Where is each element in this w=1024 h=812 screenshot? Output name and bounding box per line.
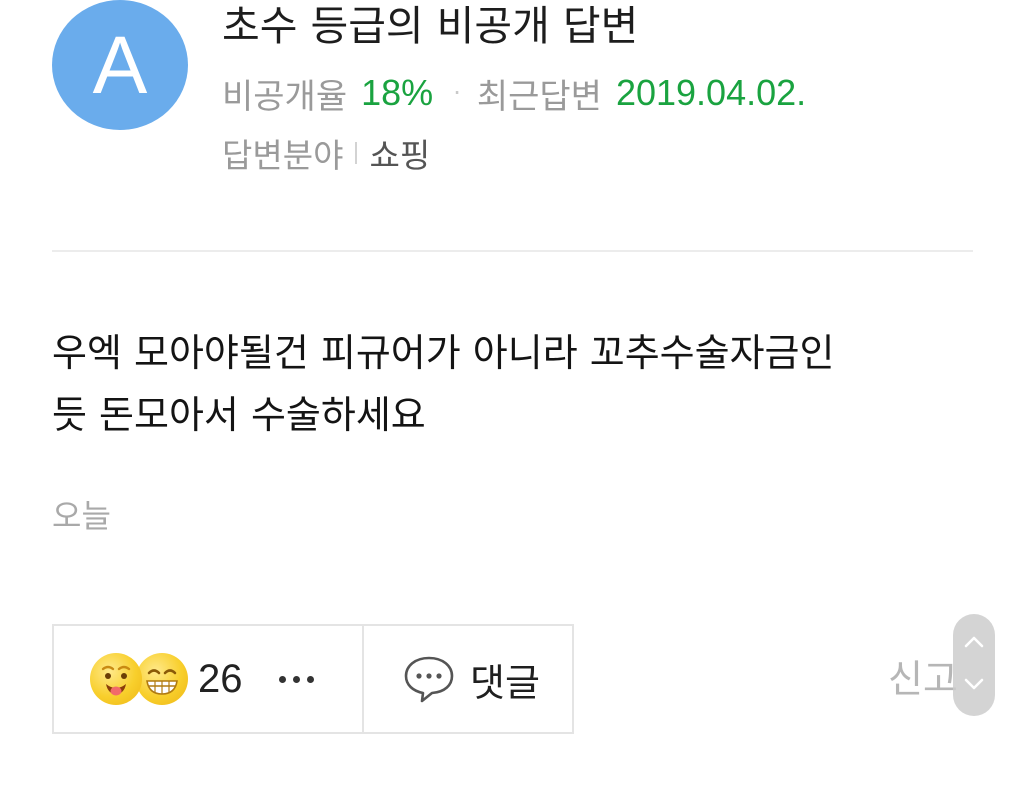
tongue-out-emoji-icon (90, 653, 142, 705)
avatar-letter: A (92, 20, 148, 111)
avatar[interactable]: A (52, 0, 188, 130)
comment-label: 댓글 (470, 660, 540, 705)
recent-answer-date: 2019.04.02. (615, 72, 807, 113)
speech-bubble-icon (404, 656, 454, 703)
answerer-title[interactable]: 초수 등급의 비공개 답변 (222, 0, 638, 54)
answer-timestamp: 오늘 (52, 497, 111, 535)
report-button[interactable]: 신고 (888, 654, 958, 704)
answer-field: 답변분야 쇼핑 (222, 130, 430, 176)
reaction-button[interactable]: 26 (54, 626, 364, 732)
field-divider (355, 142, 358, 164)
answer-action-bar: 26 댓글 (52, 624, 574, 734)
answer-field-value[interactable]: 쇼핑 (369, 129, 430, 177)
header-divider (52, 250, 973, 252)
answer-field-label: 답변분야 (222, 136, 344, 175)
comment-button[interactable]: 댓글 (364, 626, 572, 732)
chevron-down-icon[interactable] (962, 676, 986, 692)
answer-text: 우엑 모아야될건 피규어가 아니라 꼬추수술자금인 듯 돈모아서 수술하세요 (52, 331, 835, 437)
scroll-handle[interactable] (953, 614, 995, 716)
private-rate-label: 비공개율 (222, 76, 348, 117)
private-rate-value: 18% (361, 72, 434, 113)
reaction-emojis (90, 651, 194, 707)
grinning-emoji-icon (136, 653, 188, 705)
reaction-count: 26 (198, 656, 243, 701)
chevron-up-icon[interactable] (962, 634, 986, 650)
stat-separator: · (453, 79, 461, 107)
more-dots-icon[interactable] (278, 675, 314, 683)
recent-answer-label: 최근답변 (476, 76, 602, 117)
answerer-stats: 비공개율 18% · 최근답변 2019.04.02. (222, 70, 807, 117)
